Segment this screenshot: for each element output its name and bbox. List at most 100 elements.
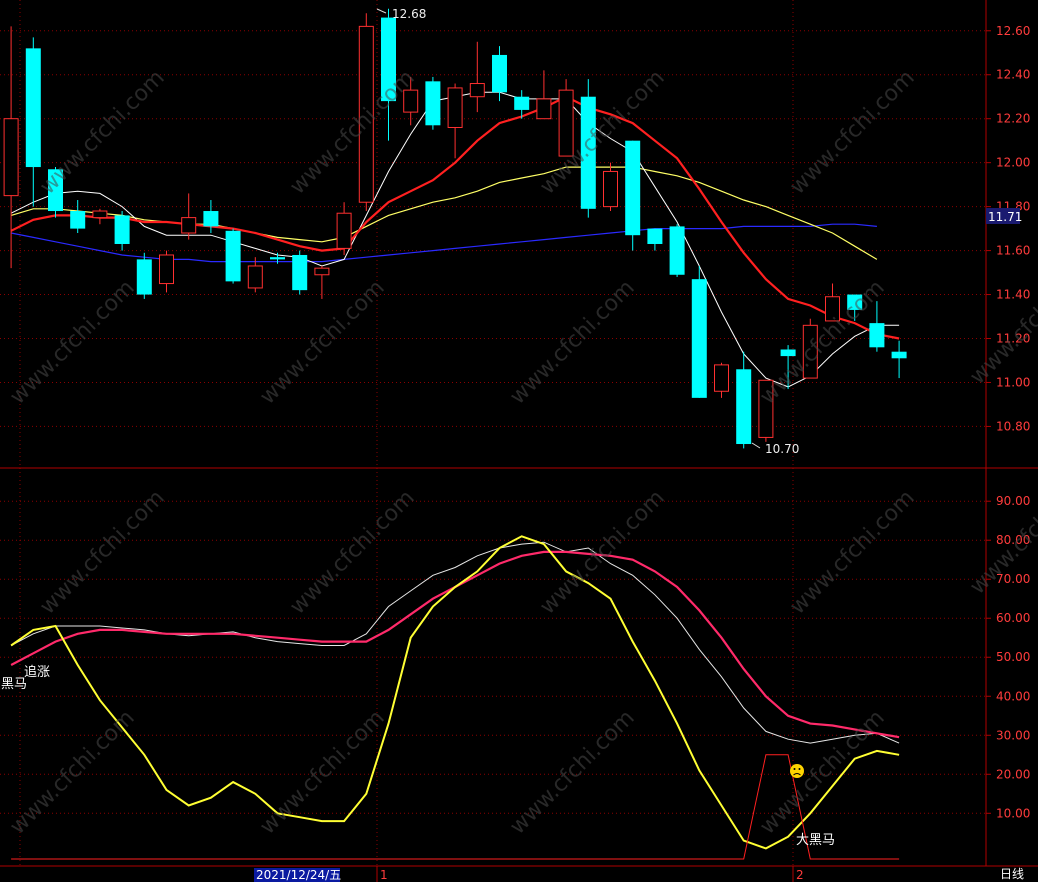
current-price-tag: 11.71 [986, 208, 1022, 224]
candle [825, 283, 840, 322]
grid-lines [0, 0, 986, 866]
label-zhuizhang: 追涨 [24, 664, 50, 680]
osc-tick-label: 20.00 [996, 767, 1030, 781]
candle-body [314, 267, 330, 276]
candle-body [159, 254, 174, 285]
candle-body [114, 215, 130, 244]
candle [314, 265, 330, 299]
candle-body [891, 351, 907, 359]
max-price-label: 12.68 [392, 7, 426, 21]
candle [714, 362, 729, 398]
price-tick-label: 12.60 [996, 24, 1030, 38]
candle-body [758, 379, 774, 438]
candle [758, 379, 774, 442]
candle-body [647, 228, 663, 244]
candle [381, 8, 396, 141]
price-tick-label: 12.20 [996, 112, 1030, 126]
candle-body [514, 96, 530, 110]
price-tick-label: 11.20 [996, 332, 1030, 346]
candle-body [48, 169, 63, 212]
candle [469, 41, 485, 113]
candle-body [714, 364, 729, 392]
candle-body [403, 89, 419, 113]
month-label-2: 2 [796, 868, 804, 882]
candle [891, 340, 907, 379]
candlesticks [3, 8, 907, 449]
candle [403, 76, 419, 126]
candle [425, 76, 441, 130]
ma-yellow-line [10, 166, 878, 260]
candle-body [70, 211, 86, 229]
candle [869, 301, 885, 352]
candle [603, 162, 618, 212]
month-label-1: 1 [380, 868, 388, 882]
candle-body [780, 349, 796, 357]
candle [114, 211, 130, 251]
candle-body [225, 230, 241, 282]
osc-yellow-line [10, 535, 900, 850]
osc-tick-label: 40.00 [996, 689, 1030, 703]
candle [358, 13, 374, 212]
osc-tick-label: 50.00 [996, 650, 1030, 664]
candle [203, 200, 219, 233]
price-tick-label: 10.80 [996, 419, 1030, 433]
candle [558, 79, 574, 157]
candle [492, 46, 507, 102]
candle [780, 345, 796, 390]
candle [336, 202, 352, 255]
price-tick-label: 11.40 [996, 288, 1030, 302]
candle-body [270, 257, 285, 260]
candle-body [358, 25, 374, 203]
date-label: 2021/12/24/五 [256, 868, 341, 882]
period-label: 日线 [1000, 867, 1024, 881]
candle-body [669, 226, 685, 275]
candle-body [536, 98, 552, 120]
osc-tick-label: 30.00 [996, 728, 1030, 742]
osc-tick-label: 70.00 [996, 572, 1030, 586]
candle [70, 200, 86, 233]
candle [25, 37, 41, 207]
candle [136, 252, 152, 299]
candle [159, 250, 174, 293]
current-price-label: 11.71 [988, 210, 1022, 224]
axes: 12.6012.4012.2012.0011.8011.6011.4011.20… [986, 24, 1030, 820]
candle [669, 224, 685, 277]
oscillator-panel [10, 535, 900, 860]
candle-body [469, 83, 485, 98]
candle-body [92, 210, 108, 219]
signal-line [11, 754, 900, 860]
candle-body [492, 54, 507, 93]
osc-tick-label: 80.00 [996, 533, 1030, 547]
candle-body [869, 323, 885, 348]
candle-body [625, 140, 641, 236]
min-price-marker: 10.70 [751, 442, 799, 456]
candle-body [3, 118, 19, 197]
candle-body [336, 212, 352, 249]
candle [247, 257, 263, 293]
candle-body [802, 324, 818, 379]
candle [647, 228, 663, 251]
candle [225, 228, 241, 284]
candle-body [825, 296, 840, 322]
candle-body [847, 294, 863, 310]
candle-body [580, 96, 596, 209]
min-price-label: 10.70 [765, 442, 799, 456]
label-heima: 黑马 [1, 677, 27, 692]
price-tick-label: 12.40 [996, 68, 1030, 82]
candle-body [558, 89, 574, 157]
candle [536, 70, 552, 120]
candle [447, 83, 463, 159]
candle [691, 265, 707, 398]
candle-body [181, 217, 197, 234]
candle-body [292, 254, 308, 291]
osc-tick-label: 10.00 [996, 806, 1030, 820]
candle-body [425, 81, 441, 126]
label-daheima: 大黑马 [796, 833, 835, 848]
osc-white-line [10, 541, 900, 744]
candle-body [736, 369, 752, 445]
candle [625, 140, 641, 251]
candle-body [203, 211, 219, 227]
stock-chart: 12.6012.4012.2012.0011.8011.6011.4011.20… [0, 0, 1038, 882]
candle-body [247, 265, 263, 289]
candle [3, 26, 19, 269]
